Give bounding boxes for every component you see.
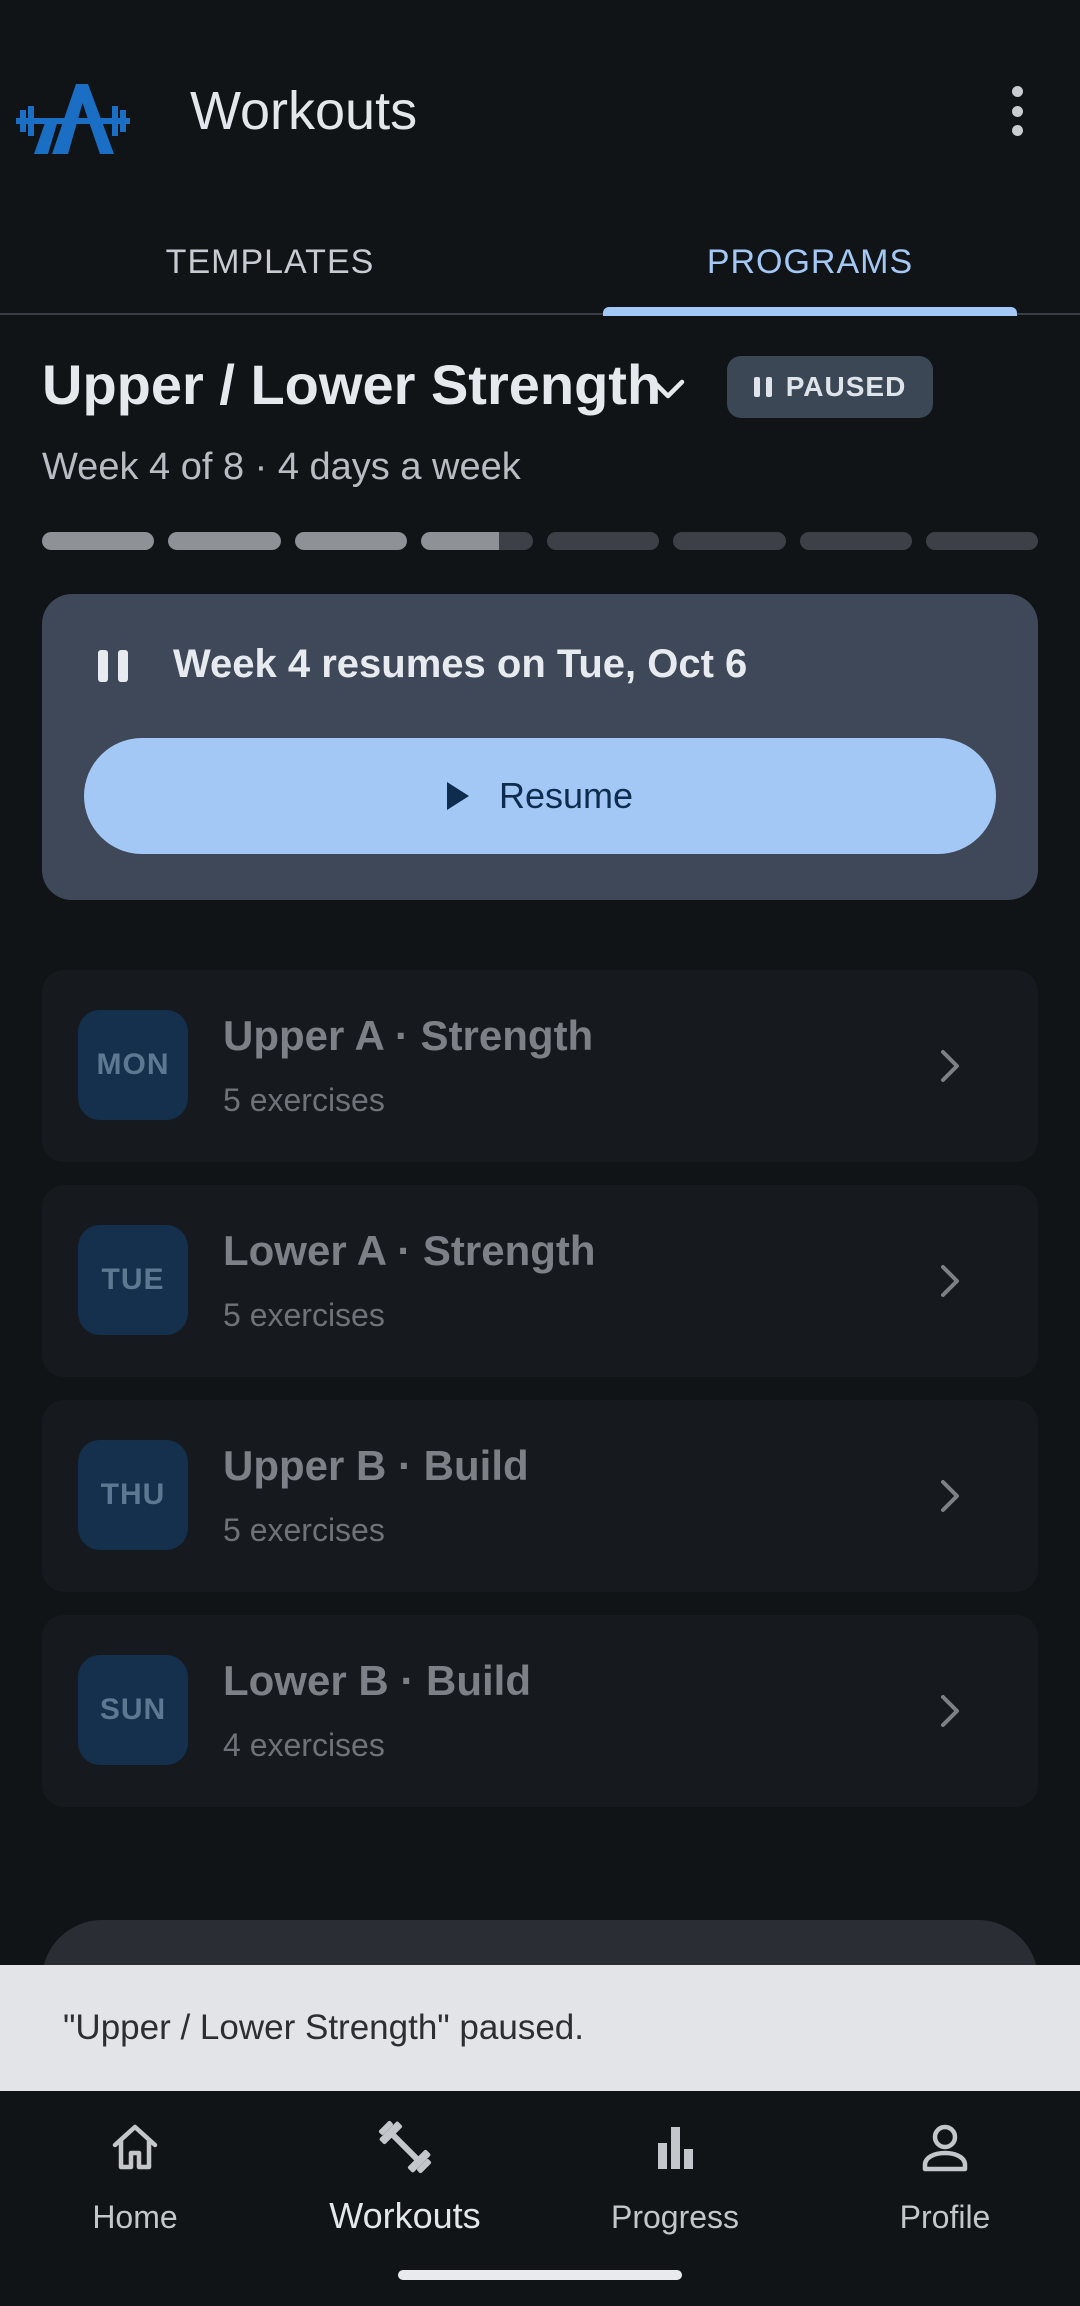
program-subtitle: Week 4 of 8 · 4 days a week xyxy=(42,446,521,488)
workout-title: Upper A · Strength xyxy=(223,1012,594,1059)
week-progress-bar xyxy=(42,532,1038,550)
tab-bar: TEMPLATES PROGRAMS xyxy=(0,210,1080,316)
nav-item-workouts[interactable]: Workouts xyxy=(270,2091,540,2291)
workout-title: Lower B · Build xyxy=(223,1657,531,1704)
resume-date-message: Week 4 resumes on Tue, Oct 6 xyxy=(173,642,748,686)
week-segment xyxy=(420,532,533,550)
snackbar-message: "Upper / Lower Strength" paused. xyxy=(63,2008,584,2047)
week-segment-fill xyxy=(294,532,407,550)
workout-subtitle: 5 exercises xyxy=(223,1082,385,1118)
nav-item-progress[interactable]: Progress xyxy=(540,2091,810,2291)
week-segment-fill xyxy=(42,532,155,550)
week-segment xyxy=(168,532,281,550)
week-segment xyxy=(294,532,407,550)
workout-subtitle: 5 exercises xyxy=(223,1512,385,1548)
nav-label: Profile xyxy=(899,2199,991,2235)
tab-programs[interactable]: PROGRAMS xyxy=(540,210,1080,315)
day-chip: TUE xyxy=(78,1225,188,1335)
day-chip: THU xyxy=(78,1440,188,1550)
workout-list: MON Upper A · Strength 5 exercises TUE L… xyxy=(42,970,1038,1830)
home-indicator[interactable] xyxy=(398,2270,682,2280)
bar-chart-icon xyxy=(658,2127,693,2169)
week-segment xyxy=(925,532,1038,550)
day-chip: SUN xyxy=(78,1655,188,1765)
app-bar: Workouts xyxy=(0,0,1080,210)
chevron-right-icon xyxy=(941,1695,959,1727)
week-segment xyxy=(673,532,786,550)
chevron-down-icon[interactable] xyxy=(648,374,688,404)
nav-label: Progress xyxy=(610,2199,740,2235)
nav-item-home[interactable]: Home xyxy=(0,2091,270,2291)
week-segment xyxy=(547,532,660,550)
app-logo-icon xyxy=(16,84,130,154)
week-segment-fill xyxy=(420,532,500,550)
tab-templates[interactable]: TEMPLATES xyxy=(0,210,540,315)
play-icon xyxy=(446,782,469,810)
app-title: Workouts xyxy=(190,81,418,141)
week-segment xyxy=(799,532,912,550)
snackbar: "Upper / Lower Strength" paused. xyxy=(0,1965,1080,2091)
person-icon xyxy=(922,2124,968,2172)
resume-button-label: Resume xyxy=(498,775,634,816)
more-options-icon[interactable] xyxy=(1000,86,1034,136)
resume-button[interactable]: Resume xyxy=(84,738,996,854)
list-item[interactable]: MON Upper A · Strength 5 exercises xyxy=(42,970,1038,1162)
workout-title: Lower A · Strength xyxy=(223,1227,596,1274)
workout-subtitle: 5 exercises xyxy=(223,1297,385,1333)
dumbbell-icon xyxy=(378,2120,432,2174)
paused-card: Week 4 resumes on Tue, Oct 6 Resume xyxy=(42,594,1038,900)
chevron-right-icon xyxy=(941,1265,959,1297)
week-segment xyxy=(42,532,155,550)
chevron-right-icon xyxy=(941,1050,959,1082)
workout-title: Upper B · Build xyxy=(223,1442,529,1489)
workout-subtitle: 4 exercises xyxy=(223,1727,385,1763)
chevron-right-icon xyxy=(941,1480,959,1512)
tab-active-indicator xyxy=(603,307,1017,316)
day-chip: MON xyxy=(78,1010,188,1120)
pause-icon xyxy=(753,377,772,397)
nav-label: Workouts xyxy=(329,2195,481,2236)
week-segment-fill xyxy=(168,532,281,550)
nav-label: Home xyxy=(92,2199,178,2235)
nav-item-profile[interactable]: Profile xyxy=(810,2091,1080,2291)
pause-icon xyxy=(98,650,128,682)
status-badge: PAUSED xyxy=(727,356,933,418)
program-title[interactable]: Upper / Lower Strength xyxy=(42,352,661,417)
status-badge-label: PAUSED xyxy=(785,371,907,402)
list-item[interactable]: TUE Lower A · Strength 5 exercises xyxy=(42,1185,1038,1377)
list-item[interactable]: THU Upper B · Build 5 exercises xyxy=(42,1400,1038,1592)
home-icon xyxy=(112,2124,158,2170)
list-item[interactable]: SUN Lower B · Build 4 exercises xyxy=(42,1615,1038,1807)
